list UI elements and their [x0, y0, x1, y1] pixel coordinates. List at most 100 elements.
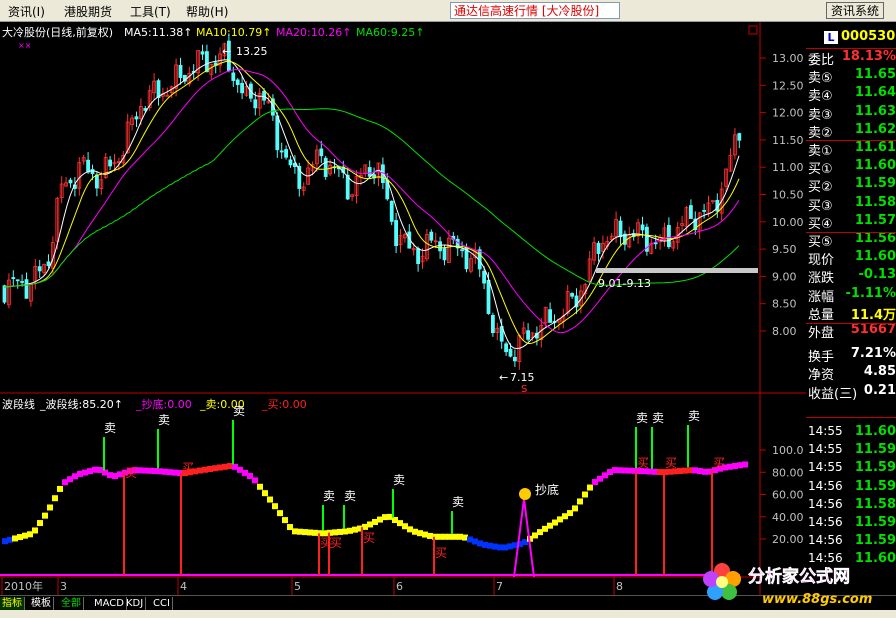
tab-cci[interactable]: CCI	[151, 597, 173, 610]
candle-body	[596, 242, 601, 254]
level-badge: L	[824, 31, 838, 44]
wave-dot	[37, 520, 43, 527]
buy-label: 买	[363, 531, 375, 545]
candle-body	[548, 309, 552, 323]
quote-value: 11.63	[854, 103, 896, 119]
wave-dot	[277, 510, 283, 517]
quote-label: 卖①	[808, 144, 833, 159]
menu-hk-futures[interactable]: 港股期货	[64, 3, 112, 20]
quote-value: -1.11%	[845, 285, 896, 301]
price-tick-label: 8.50	[772, 298, 797, 311]
range-annotation: 9.01-9.13	[598, 277, 651, 290]
candle-body	[279, 150, 284, 153]
tab-macd[interactable]: MACD	[92, 597, 127, 610]
candle-body	[319, 148, 324, 157]
quote-label: 涨幅	[808, 289, 835, 305]
quote-row: 卖⑤ 11.65	[806, 66, 896, 87]
price-tick-label: 9.00	[772, 270, 797, 283]
candle-body	[37, 266, 42, 272]
menu-help[interactable]: 帮助(H)	[186, 3, 228, 20]
sell-label: 卖	[452, 495, 464, 509]
price-tick-label: 11.50	[772, 134, 804, 147]
candle-body	[389, 200, 394, 222]
time-tick-label: 4	[180, 580, 187, 593]
tab-all[interactable]: 全部	[59, 597, 84, 610]
candle-body	[262, 90, 267, 101]
tick-time: 14:56	[808, 478, 843, 493]
buy-label: 买	[637, 456, 649, 470]
tab-template[interactable]: 模板	[29, 597, 54, 610]
price-tick-label: 9.50	[772, 243, 797, 256]
smiley-icon	[519, 488, 531, 500]
price-tick-label: 8.00	[772, 325, 797, 338]
tick-time: 14:55	[808, 424, 843, 438]
candle-body	[231, 72, 236, 81]
candle-body	[200, 51, 205, 55]
candle-body	[667, 224, 671, 248]
candle-body	[253, 99, 258, 109]
tick-row: 14:56 11.59	[806, 514, 896, 532]
buy-label: 买	[125, 466, 137, 480]
quote-row: 换手 7.21%	[806, 345, 896, 365]
candle-body	[95, 174, 99, 189]
wave-dot	[42, 512, 48, 519]
chart-area[interactable]: 大冷股份(日线,前复权) MA5:11.38↑ MA10:10.79↑ MA20…	[0, 22, 806, 595]
time-tick-label: 7	[496, 580, 503, 593]
quote-label: 买③	[808, 198, 833, 214]
quote-value: 11.57	[854, 212, 896, 228]
panel-divider	[806, 417, 896, 418]
marquee-title: 通达信高速行情 [大冷股份]	[450, 2, 620, 19]
candle-body	[526, 330, 530, 340]
menu-news[interactable]: 资讯(I)	[8, 3, 45, 20]
tick-time: 14:55	[808, 460, 843, 475]
quote-label: 卖③	[808, 107, 833, 123]
high-arrow-icon: ←	[222, 45, 231, 58]
quote-value: 11.59	[854, 176, 896, 192]
quote-label: 卖④	[808, 89, 833, 105]
tick-price: 11.60	[854, 424, 896, 439]
candle-body	[323, 157, 328, 177]
buy-label: 买	[713, 456, 725, 470]
quote-label: 净资	[808, 368, 835, 384]
quote-value: 11.4万	[850, 307, 896, 323]
candle-body	[156, 80, 161, 99]
quote-label: 卖⑤	[808, 71, 833, 87]
info-system-button[interactable]: 资讯系统	[826, 2, 884, 19]
indicator-name: 波段线	[2, 397, 35, 411]
candle-body	[513, 356, 517, 362]
quote-value: 11.60	[854, 158, 896, 174]
menu-tools[interactable]: 工具(T)	[130, 3, 171, 20]
time-tick-label: 8	[616, 580, 623, 593]
tick-row: 14:56 11.59	[806, 478, 896, 496]
tick-row: 14:55 11.60	[806, 423, 896, 441]
candle-body	[394, 220, 399, 247]
quote-label: 委比	[808, 53, 835, 68]
candle-body	[2, 285, 7, 303]
candle-body	[482, 270, 487, 284]
quote-value: -0.13	[858, 267, 896, 283]
quote-row: 涨幅 -1.11%	[806, 285, 896, 305]
candle-body	[235, 79, 240, 86]
time-tick-label: 5	[294, 580, 301, 593]
quote-value: 11.56	[854, 231, 896, 246]
quote-row: 买① 11.60	[806, 157, 896, 177]
sell-label: 卖	[393, 473, 405, 487]
tab-indicator[interactable]: 指标	[0, 597, 25, 610]
sell-label: 卖	[652, 411, 664, 425]
quote-row: 总量 11.4万	[806, 303, 896, 323]
candle-body	[240, 82, 245, 94]
quote-row: 净资 4.85	[806, 363, 896, 384]
quote-value: 7.21%	[850, 346, 896, 362]
price-tick-label: 12.00	[772, 107, 804, 120]
wave-dot	[57, 485, 63, 492]
candle-body	[570, 293, 574, 297]
support-band	[596, 268, 758, 273]
wave-dot	[52, 495, 58, 502]
tab-kdj[interactable]: KDJ	[124, 597, 147, 610]
candle-body	[86, 159, 90, 173]
price-tick-label: 13.00	[772, 52, 804, 65]
candle-body	[68, 179, 73, 184]
candle-body	[504, 343, 509, 353]
tick-time: 14:56	[808, 533, 843, 548]
price-tick-label: 10.00	[772, 216, 804, 229]
